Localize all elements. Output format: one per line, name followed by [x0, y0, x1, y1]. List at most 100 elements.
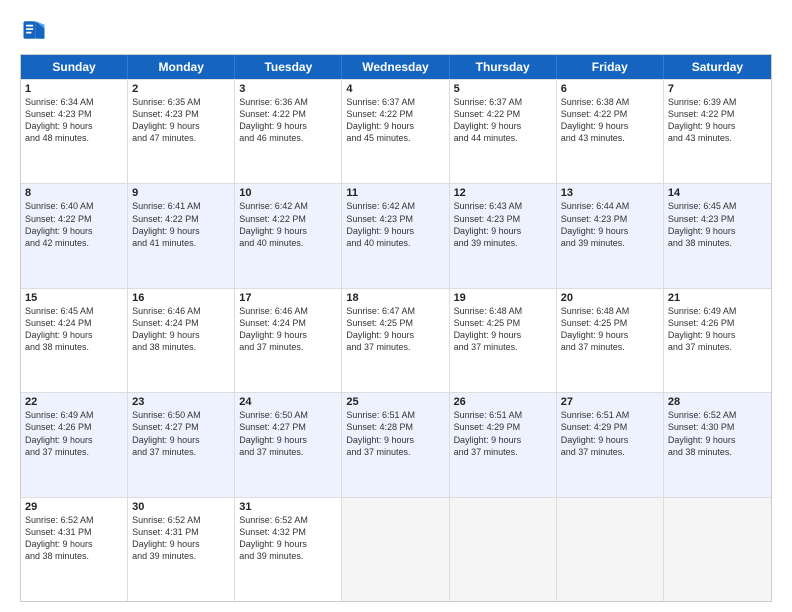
- day-number: 13: [561, 187, 659, 199]
- page: SundayMondayTuesdayWednesdayThursdayFrid…: [0, 0, 792, 612]
- day-cell-3: 3Sunrise: 6:36 AMSunset: 4:22 PMDaylight…: [235, 80, 342, 183]
- calendar: SundayMondayTuesdayWednesdayThursdayFrid…: [20, 54, 772, 602]
- day-info: Sunrise: 6:49 AMSunset: 4:26 PMDaylight:…: [668, 305, 767, 354]
- day-cell-25: 25Sunrise: 6:51 AMSunset: 4:28 PMDayligh…: [342, 393, 449, 496]
- day-info: Sunrise: 6:42 AMSunset: 4:22 PMDaylight:…: [239, 200, 337, 249]
- day-cell-8: 8Sunrise: 6:40 AMSunset: 4:22 PMDaylight…: [21, 184, 128, 287]
- day-cell-4: 4Sunrise: 6:37 AMSunset: 4:22 PMDaylight…: [342, 80, 449, 183]
- day-cell-24: 24Sunrise: 6:50 AMSunset: 4:27 PMDayligh…: [235, 393, 342, 496]
- calendar-row-0: 1Sunrise: 6:34 AMSunset: 4:23 PMDaylight…: [21, 79, 771, 183]
- day-info: Sunrise: 6:42 AMSunset: 4:23 PMDaylight:…: [346, 200, 444, 249]
- day-info: Sunrise: 6:45 AMSunset: 4:23 PMDaylight:…: [668, 200, 767, 249]
- day-cell-27: 27Sunrise: 6:51 AMSunset: 4:29 PMDayligh…: [557, 393, 664, 496]
- day-info: Sunrise: 6:37 AMSunset: 4:22 PMDaylight:…: [346, 96, 444, 145]
- day-number: 28: [668, 396, 767, 408]
- day-number: 21: [668, 292, 767, 304]
- day-number: 1: [25, 83, 123, 95]
- day-number: 11: [346, 187, 444, 199]
- day-number: 15: [25, 292, 123, 304]
- empty-cell: [450, 498, 557, 601]
- day-info: Sunrise: 6:46 AMSunset: 4:24 PMDaylight:…: [239, 305, 337, 354]
- header-day-sunday: Sunday: [21, 55, 128, 79]
- day-info: Sunrise: 6:47 AMSunset: 4:25 PMDaylight:…: [346, 305, 444, 354]
- day-cell-28: 28Sunrise: 6:52 AMSunset: 4:30 PMDayligh…: [664, 393, 771, 496]
- day-cell-29: 29Sunrise: 6:52 AMSunset: 4:31 PMDayligh…: [21, 498, 128, 601]
- empty-cell: [342, 498, 449, 601]
- day-info: Sunrise: 6:38 AMSunset: 4:22 PMDaylight:…: [561, 96, 659, 145]
- day-number: 22: [25, 396, 123, 408]
- day-number: 10: [239, 187, 337, 199]
- day-cell-1: 1Sunrise: 6:34 AMSunset: 4:23 PMDaylight…: [21, 80, 128, 183]
- day-info: Sunrise: 6:49 AMSunset: 4:26 PMDaylight:…: [25, 409, 123, 458]
- header: [20, 16, 772, 44]
- day-number: 12: [454, 187, 552, 199]
- day-info: Sunrise: 6:46 AMSunset: 4:24 PMDaylight:…: [132, 305, 230, 354]
- day-info: Sunrise: 6:50 AMSunset: 4:27 PMDaylight:…: [132, 409, 230, 458]
- day-info: Sunrise: 6:52 AMSunset: 4:32 PMDaylight:…: [239, 514, 337, 563]
- day-cell-9: 9Sunrise: 6:41 AMSunset: 4:22 PMDaylight…: [128, 184, 235, 287]
- calendar-row-3: 22Sunrise: 6:49 AMSunset: 4:26 PMDayligh…: [21, 392, 771, 496]
- day-number: 26: [454, 396, 552, 408]
- day-info: Sunrise: 6:52 AMSunset: 4:31 PMDaylight:…: [132, 514, 230, 563]
- day-number: 3: [239, 83, 337, 95]
- day-cell-30: 30Sunrise: 6:52 AMSunset: 4:31 PMDayligh…: [128, 498, 235, 601]
- day-number: 14: [668, 187, 767, 199]
- calendar-row-1: 8Sunrise: 6:40 AMSunset: 4:22 PMDaylight…: [21, 183, 771, 287]
- day-info: Sunrise: 6:50 AMSunset: 4:27 PMDaylight:…: [239, 409, 337, 458]
- day-number: 16: [132, 292, 230, 304]
- day-number: 2: [132, 83, 230, 95]
- header-day-friday: Friday: [557, 55, 664, 79]
- day-cell-19: 19Sunrise: 6:48 AMSunset: 4:25 PMDayligh…: [450, 289, 557, 392]
- day-info: Sunrise: 6:45 AMSunset: 4:24 PMDaylight:…: [25, 305, 123, 354]
- day-cell-26: 26Sunrise: 6:51 AMSunset: 4:29 PMDayligh…: [450, 393, 557, 496]
- day-number: 19: [454, 292, 552, 304]
- day-number: 25: [346, 396, 444, 408]
- day-info: Sunrise: 6:48 AMSunset: 4:25 PMDaylight:…: [454, 305, 552, 354]
- day-cell-18: 18Sunrise: 6:47 AMSunset: 4:25 PMDayligh…: [342, 289, 449, 392]
- day-info: Sunrise: 6:41 AMSunset: 4:22 PMDaylight:…: [132, 200, 230, 249]
- day-cell-5: 5Sunrise: 6:37 AMSunset: 4:22 PMDaylight…: [450, 80, 557, 183]
- day-number: 4: [346, 83, 444, 95]
- calendar-header: SundayMondayTuesdayWednesdayThursdayFrid…: [21, 55, 771, 79]
- day-cell-14: 14Sunrise: 6:45 AMSunset: 4:23 PMDayligh…: [664, 184, 771, 287]
- day-number: 9: [132, 187, 230, 199]
- calendar-body: 1Sunrise: 6:34 AMSunset: 4:23 PMDaylight…: [21, 79, 771, 601]
- header-day-monday: Monday: [128, 55, 235, 79]
- header-day-wednesday: Wednesday: [342, 55, 449, 79]
- day-cell-2: 2Sunrise: 6:35 AMSunset: 4:23 PMDaylight…: [128, 80, 235, 183]
- day-number: 29: [25, 501, 123, 513]
- day-cell-15: 15Sunrise: 6:45 AMSunset: 4:24 PMDayligh…: [21, 289, 128, 392]
- day-info: Sunrise: 6:34 AMSunset: 4:23 PMDaylight:…: [25, 96, 123, 145]
- calendar-row-4: 29 Sunrise: 6:52 AMSunset: 4:31 PMDayligh…: [21, 497, 771, 601]
- day-cell-10: 10Sunrise: 6:42 AMSunset: 4:22 PMDayligh…: [235, 184, 342, 287]
- day-cell-22: 22Sunrise: 6:49 AMSunset: 4:26 PMDayligh…: [21, 393, 128, 496]
- day-number: 27: [561, 396, 659, 408]
- day-cell-12: 12Sunrise: 6:43 AMSunset: 4:23 PMDayligh…: [450, 184, 557, 287]
- day-cell-13: 13Sunrise: 6:44 AMSunset: 4:23 PMDayligh…: [557, 184, 664, 287]
- day-info: Sunrise: 6:44 AMSunset: 4:23 PMDaylight:…: [561, 200, 659, 249]
- empty-cell: [664, 498, 771, 601]
- calendar-row-2: 15Sunrise: 6:45 AMSunset: 4:24 PMDayligh…: [21, 288, 771, 392]
- day-cell-11: 11Sunrise: 6:42 AMSunset: 4:23 PMDayligh…: [342, 184, 449, 287]
- day-cell-6: 6Sunrise: 6:38 AMSunset: 4:22 PMDaylight…: [557, 80, 664, 183]
- day-number: 5: [454, 83, 552, 95]
- day-cell-17: 17Sunrise: 6:46 AMSunset: 4:24 PMDayligh…: [235, 289, 342, 392]
- day-info: Sunrise: 6:35 AMSunset: 4:23 PMDaylight:…: [132, 96, 230, 145]
- day-number: 18: [346, 292, 444, 304]
- day-number: 30: [132, 501, 230, 513]
- header-day-saturday: Saturday: [664, 55, 771, 79]
- day-cell-23: 23Sunrise: 6:50 AMSunset: 4:27 PMDayligh…: [128, 393, 235, 496]
- day-info: Sunrise: 6:51 AMSunset: 4:29 PMDaylight:…: [561, 409, 659, 458]
- day-info: Sunrise: 6:39 AMSunset: 4:22 PMDaylight:…: [668, 96, 767, 145]
- day-cell-31: 31Sunrise: 6:52 AMSunset: 4:32 PMDayligh…: [235, 498, 342, 601]
- day-info: Sunrise: 6:51 AMSunset: 4:29 PMDaylight:…: [454, 409, 552, 458]
- day-number: 20: [561, 292, 659, 304]
- day-info: Sunrise: 6:40 AMSunset: 4:22 PMDaylight:…: [25, 200, 123, 249]
- logo: [20, 16, 52, 44]
- day-number: 31: [239, 501, 337, 513]
- day-info: Sunrise: 6:36 AMSunset: 4:22 PMDaylight:…: [239, 96, 337, 145]
- day-cell-16: 16Sunrise: 6:46 AMSunset: 4:24 PMDayligh…: [128, 289, 235, 392]
- day-number: 24: [239, 396, 337, 408]
- logo-icon: [20, 16, 48, 44]
- day-cell-21: 21Sunrise: 6:49 AMSunset: 4:26 PMDayligh…: [664, 289, 771, 392]
